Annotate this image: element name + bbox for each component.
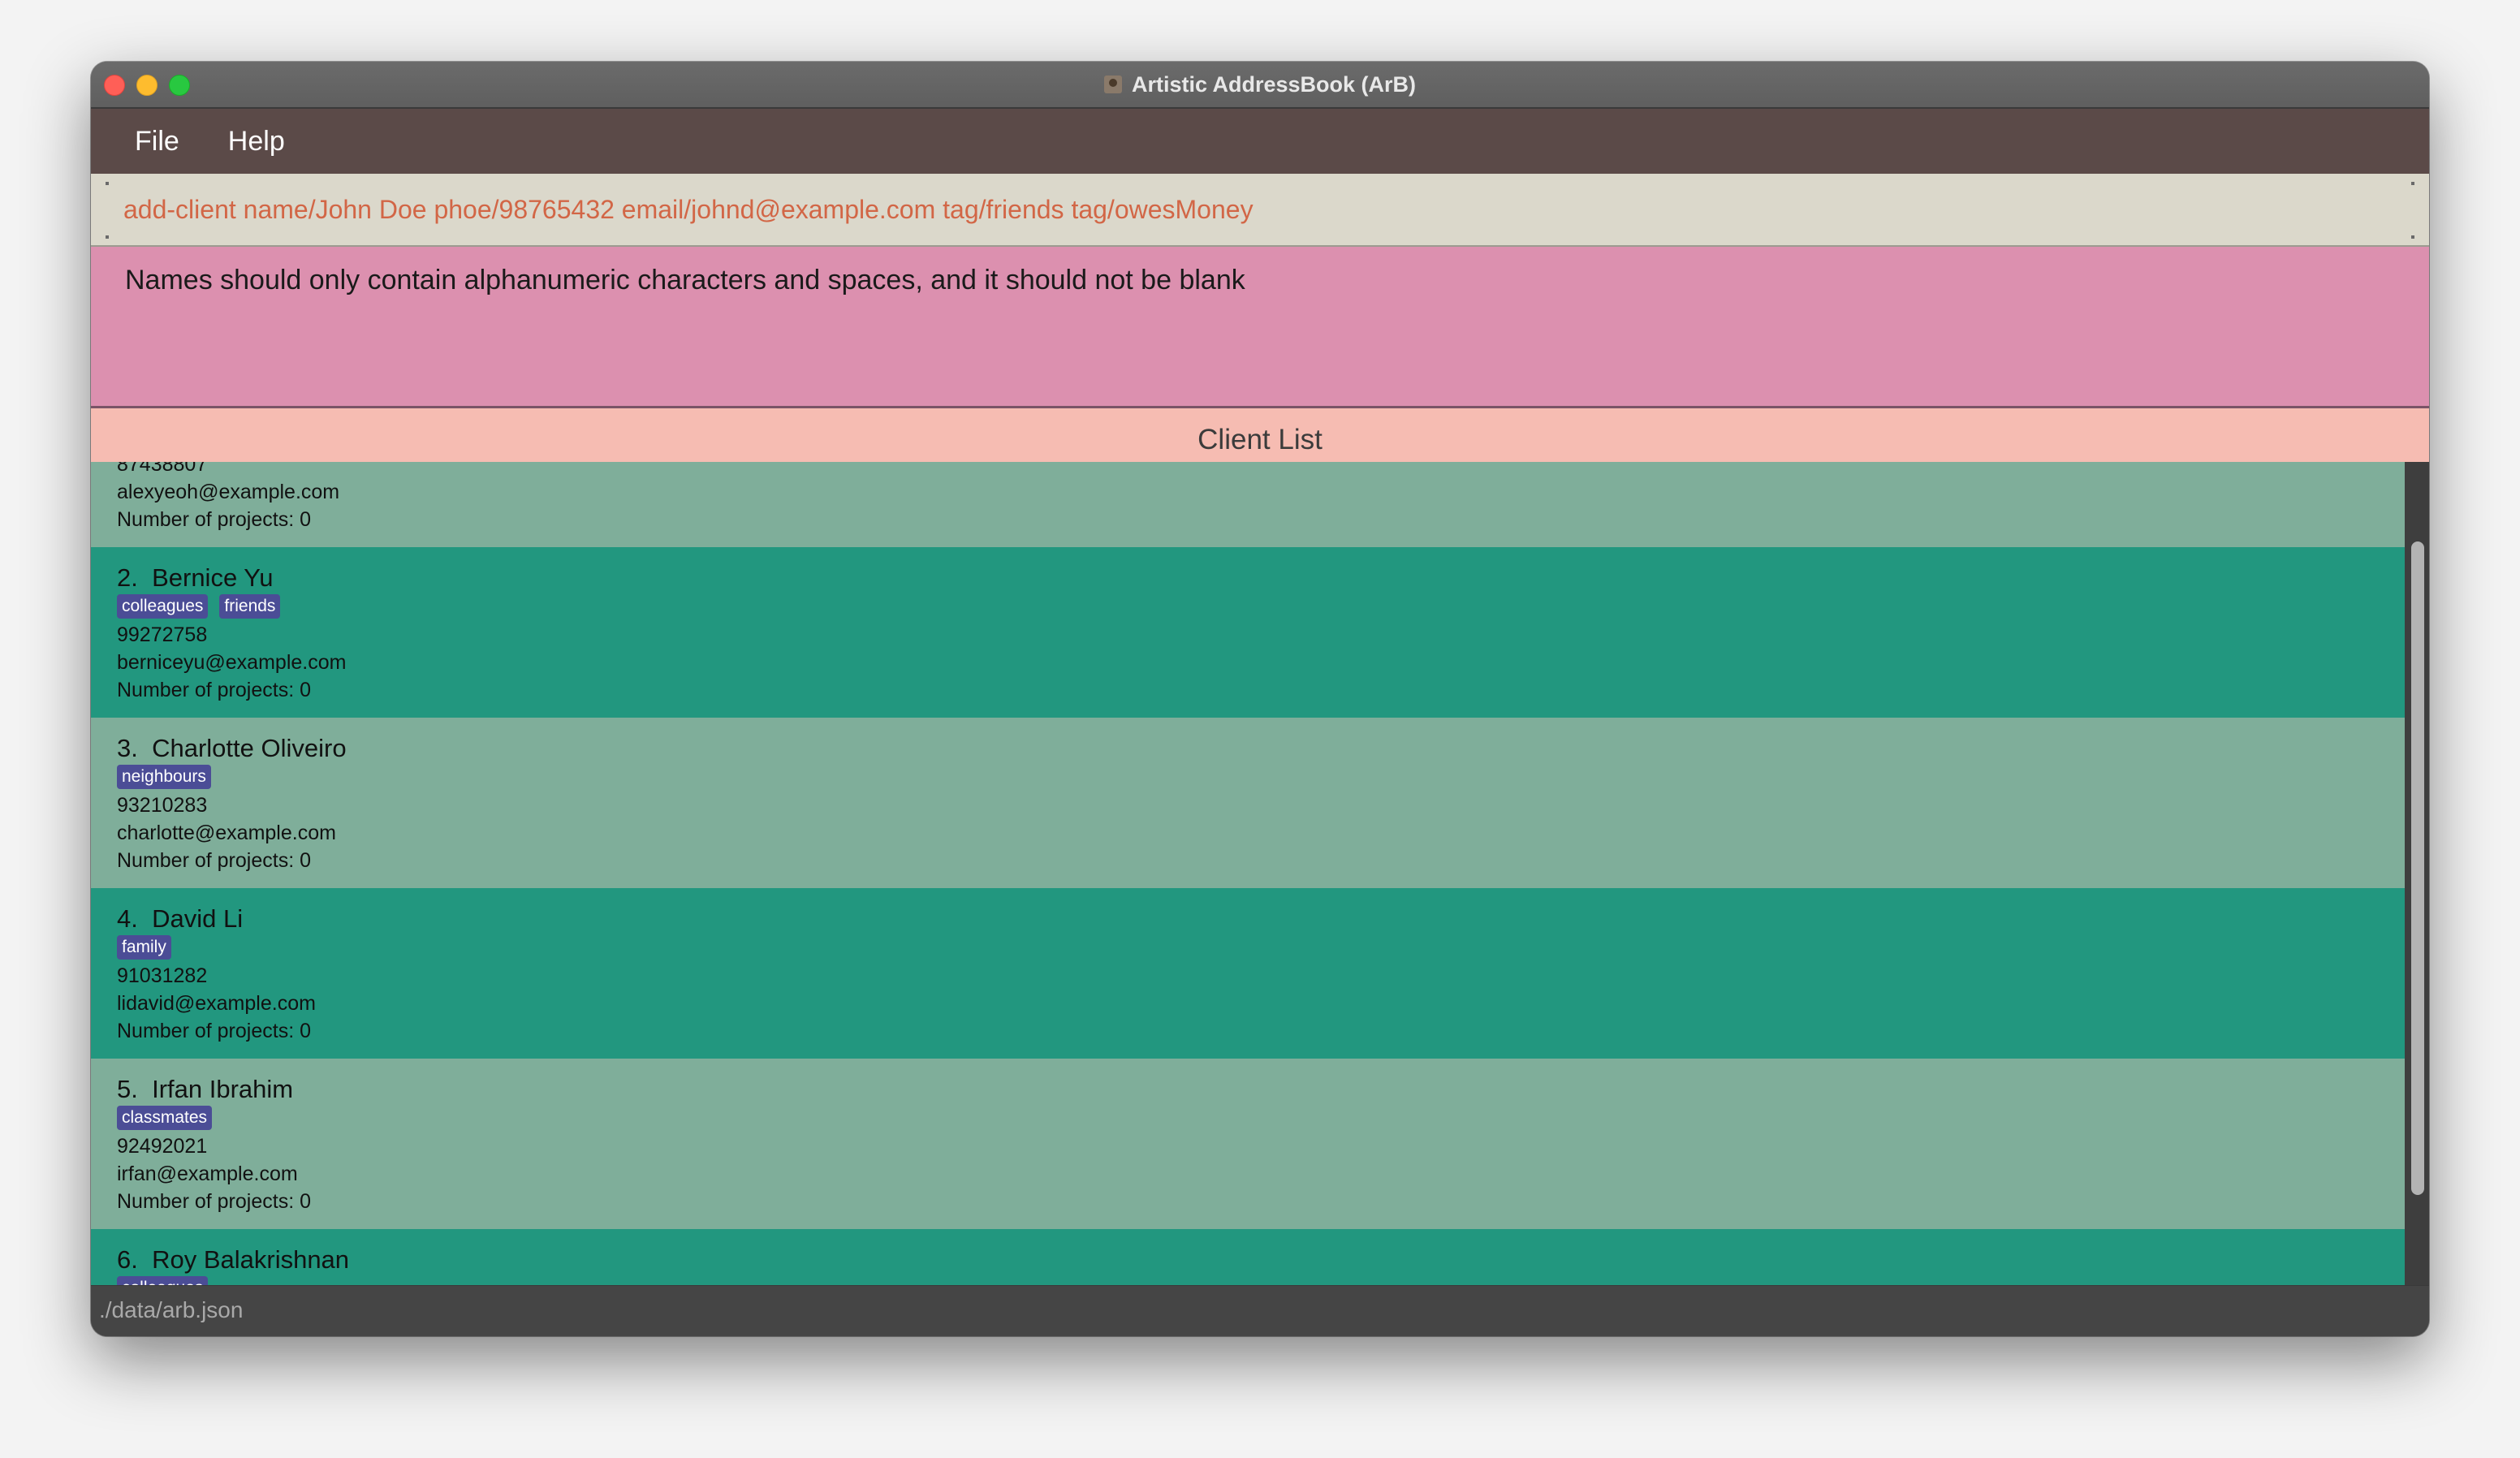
status-bar: ./data/arb.json — [91, 1285, 2429, 1336]
client-tags: colleagues friends — [117, 594, 291, 619]
command-input[interactable] — [123, 174, 2397, 245]
client-list[interactable]: 87438807 alexyeoh@example.com Number of … — [91, 462, 2405, 1285]
corner-mark — [106, 235, 109, 239]
client-projects: Number of projects: 0 — [117, 679, 311, 701]
command-box — [91, 174, 2429, 247]
tag-badge: friends — [219, 594, 281, 619]
client-email: irfan@example.com — [117, 1163, 298, 1185]
scrollbar-thumb[interactable] — [2411, 541, 2424, 1195]
client-name: 4. David Li — [117, 904, 244, 933]
client-name: 3. Charlotte Oliveiro — [117, 734, 347, 762]
client-tags: colleagues — [117, 1276, 219, 1285]
client-projects: Number of projects: 0 — [117, 1020, 311, 1042]
client-card[interactable]: 3. Charlotte Oliveiro neighbours 9321028… — [91, 718, 2405, 888]
client-name: 5. Irfan Ibrahim — [117, 1075, 294, 1103]
corner-mark — [2411, 182, 2414, 185]
client-list-header: Client List — [91, 408, 2429, 462]
client-phone: 91031282 — [117, 964, 208, 987]
client-projects: Number of projects: 0 — [117, 1190, 311, 1213]
scrollbar-track[interactable] — [2405, 462, 2429, 1285]
client-projects: Number of projects: 0 — [117, 508, 311, 531]
title-bar[interactable]: Artistic AddressBook (ArB) — [91, 62, 2429, 109]
app-window: Artistic AddressBook (ArB) File Help Nam… — [91, 62, 2429, 1336]
client-card[interactable]: 2. Bernice Yu colleagues friends 9927275… — [91, 547, 2405, 718]
result-message: Names should only contain alphanumeric c… — [125, 265, 1245, 295]
client-email: charlotte@example.com — [117, 822, 336, 844]
client-email: lidavid@example.com — [117, 992, 316, 1015]
data-file-path: ./data/arb.json — [99, 1297, 244, 1322]
corner-mark — [106, 182, 109, 185]
client-tags: neighbours — [117, 765, 222, 789]
client-phone: 99272758 — [117, 623, 208, 646]
client-phone: 92492021 — [117, 1135, 208, 1158]
corner-mark — [2411, 235, 2414, 239]
menu-file[interactable]: File — [91, 109, 204, 174]
client-projects: Number of projects: 0 — [117, 849, 311, 872]
tag-badge: neighbours — [117, 765, 211, 789]
client-card[interactable]: 6. Roy Balakrishnan colleagues — [91, 1229, 2405, 1285]
client-email: alexyeoh@example.com — [117, 481, 340, 503]
title-container: Artistic AddressBook (ArB) — [91, 62, 2429, 107]
tag-badge: colleagues — [117, 594, 209, 619]
result-display: Names should only contain alphanumeric c… — [91, 247, 2429, 408]
client-tags: family — [117, 935, 183, 960]
client-email: berniceyu@example.com — [117, 651, 347, 674]
client-card[interactable]: 4. David Li family 91031282 lidavid@exam… — [91, 888, 2405, 1059]
tag-badge: classmates — [117, 1106, 213, 1130]
menu-help[interactable]: Help — [204, 109, 309, 174]
window-title: Artistic AddressBook (ArB) — [1131, 71, 1417, 97]
client-name: 6. Roy Balakrishnan — [117, 1245, 350, 1274]
tag-badge: family — [117, 935, 171, 960]
app-icon — [1103, 75, 1122, 93]
client-phone: 93210283 — [117, 794, 208, 817]
tag-badge: colleagues — [117, 1276, 209, 1285]
client-tags: classmates — [117, 1106, 223, 1130]
client-name: 2. Bernice Yu — [117, 563, 274, 592]
menu-bar: File Help — [91, 109, 2429, 174]
client-phone: 87438807 — [117, 462, 208, 476]
client-card[interactable]: 87438807 alexyeoh@example.com Number of … — [91, 462, 2405, 547]
client-card[interactable]: 5. Irfan Ibrahim classmates 92492021 irf… — [91, 1059, 2405, 1229]
